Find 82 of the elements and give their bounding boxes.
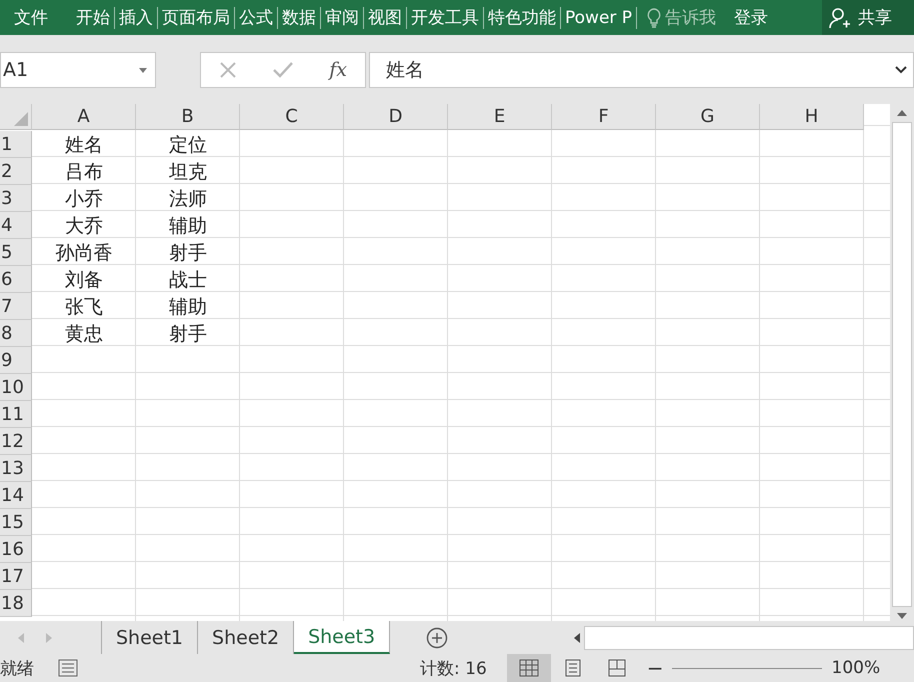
check-icon[interactable] (273, 62, 294, 78)
table-cell-text: 定位 (168, 132, 208, 158)
ribbon-tab[interactable]: 视图 (364, 6, 407, 28)
insert-function-button[interactable]: fx (329, 59, 347, 81)
row-header[interactable]: 4 (0, 212, 32, 239)
page-break-icon (608, 659, 626, 677)
column-header[interactable]: H (760, 104, 864, 130)
column-header[interactable]: B (136, 104, 240, 130)
row-header[interactable]: 7 (0, 293, 32, 320)
left-arrow-icon (574, 632, 580, 642)
table-cell-text: 姓名 (64, 132, 104, 158)
lightbulb-icon (647, 8, 662, 28)
table-cell-text: 辅助 (168, 214, 208, 238)
row-header[interactable]: 2 (0, 158, 32, 185)
macro-record-icon[interactable] (58, 659, 78, 677)
row-header[interactable]: 18 (0, 590, 32, 617)
table-cell-text: 张飞 (64, 294, 104, 320)
file-tab[interactable]: 文件 (0, 6, 72, 28)
table-cell-text: 法师 (168, 186, 208, 212)
ribbon-tab[interactable]: 页面布局 (158, 6, 235, 28)
zoom-level[interactable]: 100% (832, 658, 880, 678)
count-status: 计数: 16 (420, 658, 487, 680)
table-cell-text: 射手 (168, 322, 208, 346)
table-cell-text: 坦克 (168, 160, 208, 184)
sheet-tab[interactable]: Sheet1 (102, 621, 198, 654)
name-box[interactable]: A1 (0, 52, 156, 88)
left-arrow-icon (18, 632, 24, 642)
ribbon-tab[interactable]: 公式 (235, 6, 278, 28)
ribbon-tab[interactable]: Power P (561, 6, 638, 28)
page-icon (564, 659, 581, 677)
table-cell-text: 辅助 (168, 294, 208, 320)
row-header[interactable]: 10 (0, 374, 32, 401)
column-header[interactable]: D (344, 104, 448, 130)
login-link[interactable]: 登录 (734, 6, 768, 29)
ribbon-tab[interactable]: 数据 (278, 6, 321, 28)
row-header[interactable]: 6 (0, 266, 32, 293)
row-header[interactable]: 14 (0, 482, 32, 509)
ready-status: 就绪 (0, 658, 34, 680)
row-header[interactable]: 13 (0, 455, 32, 482)
row-header[interactable]: 11 (0, 401, 32, 428)
column-header[interactable]: F (552, 104, 656, 130)
sheet-tab[interactable]: Sheet3 (294, 621, 390, 654)
triangle-icon (14, 112, 28, 126)
table-cell-text: 射手 (168, 240, 208, 266)
table-cell-text: 战士 (168, 268, 208, 292)
add-sheet-icon[interactable] (426, 626, 448, 648)
ribbon-tab[interactable]: 审阅 (321, 6, 364, 28)
ribbon-tab[interactable]: 开始 (72, 6, 115, 28)
ribbon-tab[interactable]: 开发工具 (407, 6, 484, 28)
down-arrow-icon (897, 613, 907, 619)
up-arrow-icon (897, 110, 907, 116)
zoom-out-button[interactable]: − (646, 656, 664, 680)
column-header[interactable]: C (240, 104, 344, 130)
column-header[interactable]: E (448, 104, 552, 130)
table-cell-text: 吕布 (64, 160, 104, 184)
row-header[interactable]: 8 (0, 320, 32, 347)
normal-view-button[interactable] (506, 654, 551, 682)
horizontal-scrollbar[interactable] (584, 626, 914, 650)
table-cell-text: 孙尚香 (54, 240, 114, 266)
row-header[interactable]: 3 (0, 185, 32, 212)
row-header[interactable]: 16 (0, 536, 32, 563)
share-button[interactable]: 共享 (822, 0, 914, 35)
formula-input[interactable]: 姓名 (369, 52, 914, 88)
chevron-down-icon (895, 66, 907, 74)
table-cell-text: 大乔 (64, 214, 104, 238)
person-add-icon (828, 6, 852, 30)
table-cell-text: 黄忠 (64, 322, 104, 346)
row-header[interactable]: 15 (0, 509, 32, 536)
table-cell-text: 小乔 (64, 186, 104, 212)
right-arrow-icon (46, 632, 52, 642)
ribbon-tab[interactable]: 特色功能 (484, 6, 561, 28)
column-header[interactable]: A (32, 104, 136, 130)
column-header[interactable]: G (656, 104, 760, 130)
ribbon-tab[interactable]: 插入 (115, 6, 158, 28)
row-header[interactable]: 17 (0, 563, 32, 590)
grid-icon (518, 659, 539, 677)
row-header[interactable]: 5 (0, 239, 32, 266)
row-header[interactable]: 9 (0, 347, 32, 374)
row-header[interactable]: 12 (0, 428, 32, 455)
caret-icon (139, 68, 147, 72)
row-header[interactable]: 1 (0, 131, 32, 158)
table-cell-text: 刘备 (64, 268, 104, 292)
